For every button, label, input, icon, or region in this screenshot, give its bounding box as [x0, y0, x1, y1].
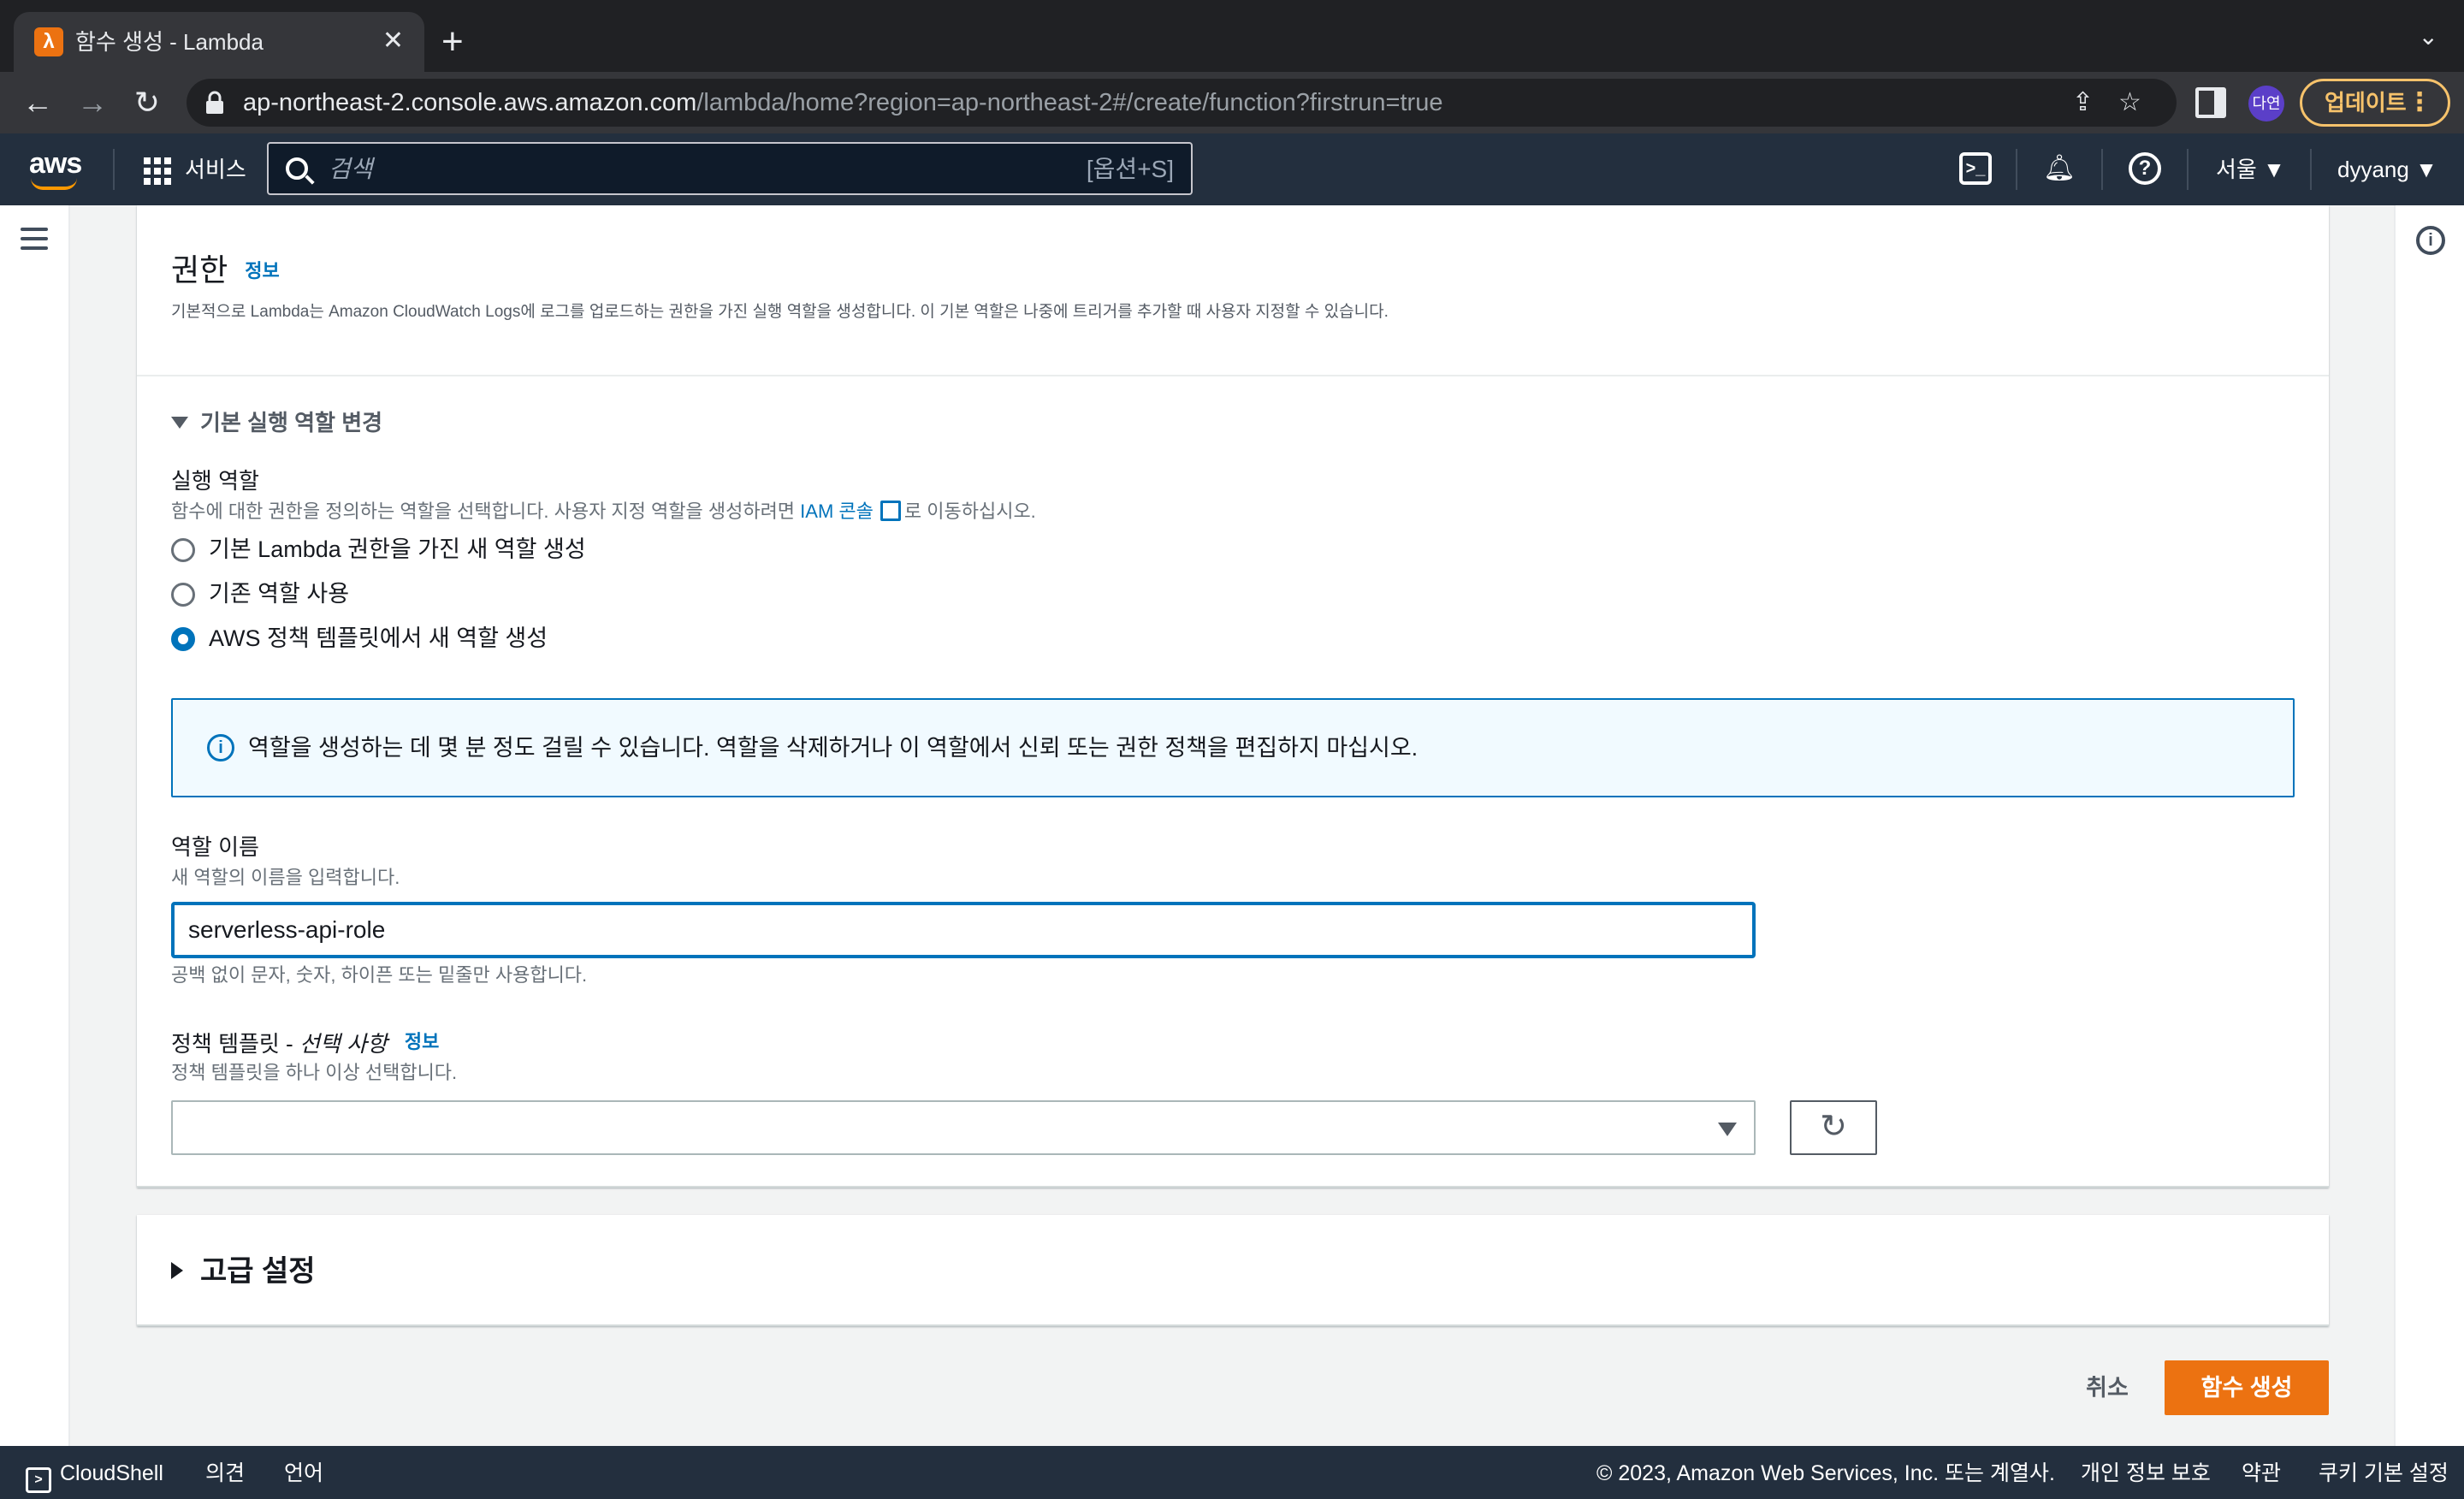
console-footer: > CloudShell 의견 언어 © 2023, Amazon Web Ser…: [0, 1446, 2464, 1499]
create-function-button[interactable]: 함수 생성: [2165, 1360, 2329, 1415]
radio-existing-role[interactable]: 기존 역할 사용: [171, 578, 349, 609]
left-rail: [0, 205, 70, 1446]
search-shortcut-hint: [옵션+S]: [1086, 156, 1174, 182]
permissions-panel: 권한 정보 기본적으로 Lambda는 Amazon CloudWatch Log…: [137, 205, 2329, 1188]
update-label: 업데이트: [2325, 90, 2407, 116]
nav-divider: [2101, 149, 2103, 190]
region-selector[interactable]: 서울 ▼: [2216, 156, 2285, 183]
address-bar[interactable]: ap-northeast-2.console.aws.amazon.com/la…: [187, 79, 2177, 127]
execution-role-label: 실행 역할: [171, 468, 259, 494]
browser-toolbar: ← → ↻ ap-northeast-2.console.aws.amazon.…: [0, 72, 2464, 133]
info-icon: i: [207, 734, 234, 761]
account-menu[interactable]: dyyang ▼: [2337, 156, 2437, 183]
radio-button[interactable]: [171, 538, 195, 562]
tab-search-chevron-icon[interactable]: ⌄: [2419, 22, 2438, 50]
nav-divider: [2310, 149, 2312, 190]
nav-divider: [113, 149, 115, 190]
nav-divider: [2016, 149, 2017, 190]
radio-button-selected[interactable]: [171, 627, 195, 651]
profile-avatar[interactable]: 다연: [2248, 86, 2284, 121]
nav-divider: [2187, 149, 2189, 190]
permissions-description: 기본적으로 Lambda는 Amazon CloudWatch Logs에 로그…: [171, 303, 1389, 321]
permissions-header: 권한 정보 기본적으로 Lambda는 Amazon CloudWatch Log…: [137, 205, 2329, 376]
search-placeholder: 검색: [329, 156, 373, 182]
permissions-info-link[interactable]: 정보: [245, 260, 279, 281]
radio-new-role-basic[interactable]: 기본 Lambda 권한을 가진 새 역할 생성: [171, 534, 586, 565]
dropdown-caret-icon: [1718, 1123, 1737, 1136]
refresh-button[interactable]: ↻: [1790, 1100, 1877, 1155]
cloudshell-icon: >: [26, 1467, 51, 1493]
policy-template-info-link[interactable]: 정보: [405, 1031, 439, 1052]
notifications-bell-icon[interactable]: 🔔︎: [2043, 152, 2076, 185]
tab-title: 함수 생성 - Lambda: [75, 29, 264, 55]
tab-close-icon[interactable]: ✕: [382, 24, 404, 58]
footer-cloudshell[interactable]: > CloudShell: [26, 1460, 163, 1493]
back-button[interactable]: ←: [15, 80, 60, 125]
side-panel-icon[interactable]: [2195, 87, 2226, 118]
permissions-title: 권한 정보: [171, 252, 280, 287]
url-text: ap-northeast-2.console.aws.amazon.com/la…: [243, 89, 1443, 116]
advanced-settings-panel[interactable]: 고급 설정: [137, 1215, 2329, 1326]
caret-down-icon: [171, 417, 188, 429]
search-icon: [286, 157, 308, 180]
radio-button[interactable]: [171, 583, 195, 607]
menu-hamburger-icon[interactable]: [21, 228, 48, 250]
execution-role-description: 함수에 대한 권한을 정의하는 역할을 선택합니다. 사용자 지정 역할을 생성…: [171, 501, 1036, 522]
bookmark-star-icon[interactable]: ☆: [2118, 89, 2141, 116]
role-name-description: 새 역할의 이름을 입력합니다.: [171, 867, 400, 888]
info-alert: i 역할을 생성하는 데 몇 분 정도 걸릴 수 있습니다. 역할을 삭제하거나…: [171, 698, 2295, 797]
policy-template-select[interactable]: [171, 1100, 1756, 1155]
aws-top-nav: aws 서비스 검색 [옵션+S] >_ 🔔︎ ? 서울 ▼ dyyang ▼: [0, 133, 2464, 205]
footer-cookie-preferences[interactable]: 쿠키 기본 설정: [2319, 1460, 2449, 1487]
lambda-favicon-icon: λ: [34, 27, 63, 56]
aws-logo[interactable]: aws: [29, 149, 82, 178]
policy-template-description: 정책 템플릿을 하나 이상 선택합니다.: [171, 1062, 458, 1083]
reload-button[interactable]: ↻: [125, 80, 169, 125]
footer-terms[interactable]: 약관: [2242, 1460, 2281, 1487]
footer-copyright: © 2023, Amazon Web Services, Inc. 또는 계열사…: [1596, 1461, 2055, 1485]
update-button[interactable]: 업데이트 ⋮: [2300, 79, 2450, 127]
services-grid-icon[interactable]: [144, 157, 171, 185]
iam-console-link[interactable]: IAM 콘솔: [800, 501, 874, 522]
advanced-settings-title[interactable]: 고급 설정: [171, 1254, 316, 1289]
main-content: 권한 정보 기본적으로 Lambda는 Amazon CloudWatch Log…: [70, 205, 2394, 1446]
caret-right-icon: [171, 1262, 183, 1279]
alert-text: 역할을 생성하는 데 몇 분 정도 걸릴 수 있습니다. 역할을 삭제하거나 이…: [248, 735, 1419, 761]
new-tab-button[interactable]: +: [441, 21, 464, 63]
forward-button[interactable]: →: [70, 80, 115, 125]
more-menu-icon[interactable]: ⋮: [2407, 81, 2432, 124]
lock-icon: [206, 91, 223, 114]
policy-template-label: 정책 템플릿 - 선택 사항 정보: [171, 1031, 440, 1057]
radio-new-role-from-template[interactable]: AWS 정책 템플릿에서 새 역할 생성: [171, 623, 548, 654]
role-name-label: 역할 이름: [171, 834, 259, 860]
cancel-button[interactable]: 취소: [2052, 1362, 2163, 1413]
right-rail: i: [2394, 205, 2464, 1446]
external-link-icon: [880, 501, 901, 521]
footer-privacy[interactable]: 개인 정보 보호: [2081, 1460, 2211, 1487]
help-icon[interactable]: ?: [2129, 152, 2161, 185]
role-name-input[interactable]: [171, 902, 1756, 958]
footer-language[interactable]: 언어: [284, 1460, 323, 1487]
role-name-hint: 공백 없이 문자, 숫자, 하이픈 또는 밑줄만 사용합니다.: [171, 964, 588, 986]
execution-role-expander[interactable]: 기본 실행 역할 변경: [171, 409, 382, 436]
info-panel-icon[interactable]: i: [2416, 226, 2445, 255]
browser-tab-strip: λ 함수 생성 - Lambda ✕ + ⌄: [0, 0, 2464, 72]
services-menu[interactable]: 서비스: [185, 156, 246, 183]
aws-logo-smile-icon: [31, 178, 77, 190]
cloudshell-icon[interactable]: >_: [1959, 152, 1992, 185]
share-icon[interactable]: ⇪: [2072, 89, 2094, 116]
footer-feedback[interactable]: 의견: [205, 1460, 245, 1487]
browser-tab[interactable]: λ 함수 생성 - Lambda ✕: [14, 12, 424, 72]
aws-search-input[interactable]: 검색 [옵션+S]: [267, 142, 1193, 195]
